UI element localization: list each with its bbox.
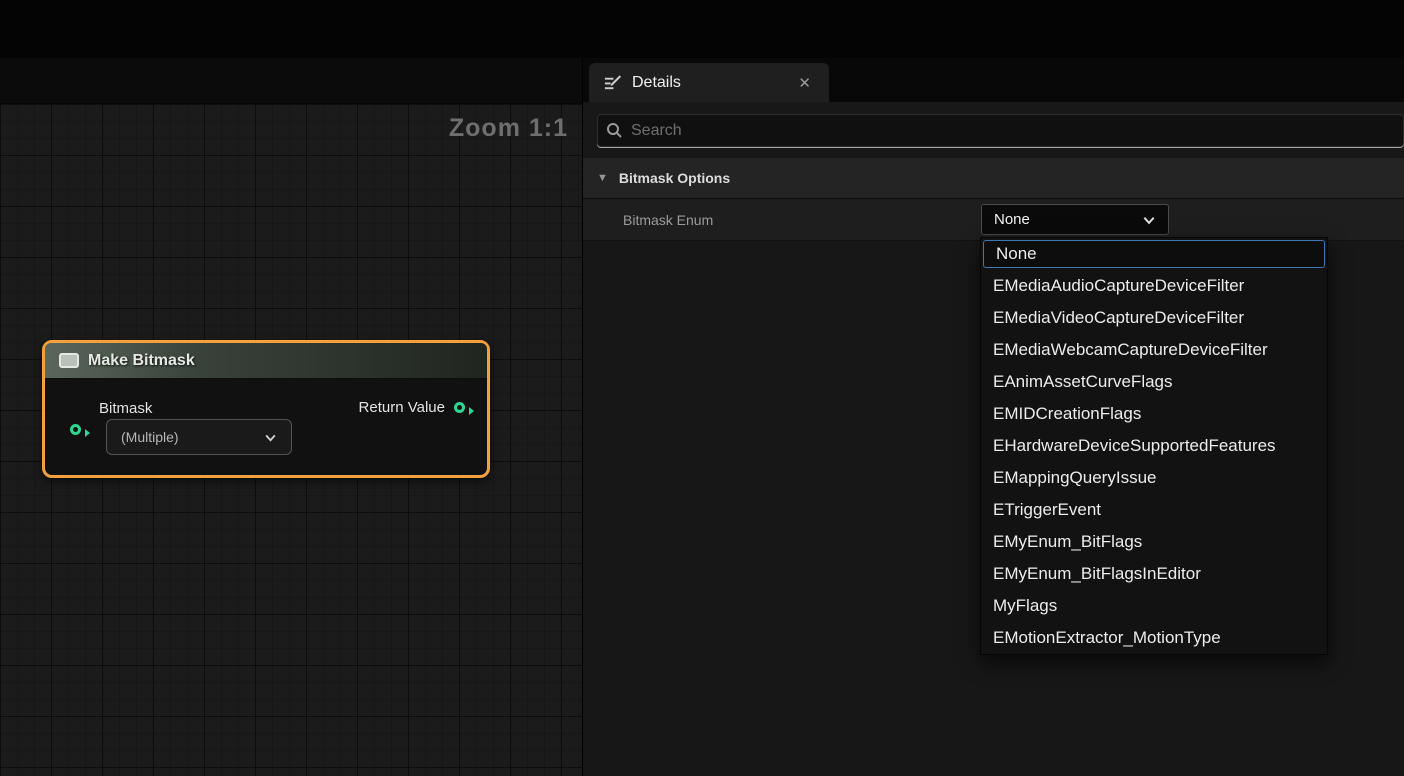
- make-struct-icon: [59, 353, 79, 368]
- combobox-value: None: [994, 211, 1030, 228]
- dropdown-item[interactable]: MyFlags: [981, 590, 1327, 622]
- search-box[interactable]: [597, 114, 1404, 147]
- bitmask-input-pin-icon[interactable]: [70, 424, 81, 435]
- blueprint-graph-panel: Zoom 1:1 Make Bitmask Bitmask (Multiple)…: [0, 58, 582, 776]
- dropdown-item[interactable]: EMappingQueryIssue: [981, 462, 1327, 494]
- search-row: [583, 102, 1404, 158]
- top-bar: [0, 0, 1404, 58]
- zoom-level-label: Zoom 1:1: [449, 114, 568, 143]
- output-pin-label: Return Value: [359, 399, 445, 416]
- dropdown-item[interactable]: EMotionExtractor_MotionType: [981, 622, 1327, 654]
- make-bitmask-node[interactable]: Make Bitmask Bitmask (Multiple) Return V…: [42, 340, 490, 478]
- dropdown-item[interactable]: None: [983, 240, 1325, 268]
- input-pin-label: Bitmask: [99, 400, 152, 417]
- chevron-down-icon: [1142, 213, 1156, 227]
- tab-title: Details: [632, 74, 794, 92]
- tab-details[interactable]: Details ✕: [589, 63, 829, 102]
- property-row-bitmask-enum: Bitmask Enum None: [583, 199, 1404, 241]
- details-tab-bar: Details ✕: [583, 58, 1404, 102]
- unreal-editor-window: Zoom 1:1 Make Bitmask Bitmask (Multiple)…: [0, 0, 1404, 776]
- chevron-down-icon: [264, 431, 277, 444]
- close-icon[interactable]: ✕: [794, 72, 815, 94]
- dropdown-item[interactable]: EMediaVideoCaptureDeviceFilter: [981, 302, 1327, 334]
- output-pin-group: Return Value: [359, 399, 465, 416]
- bitmask-enum-combobox[interactable]: None: [981, 204, 1169, 235]
- category-title: Bitmask Options: [619, 170, 730, 186]
- category-bitmask-options[interactable]: ▼ Bitmask Options: [583, 158, 1404, 199]
- dropdown-item[interactable]: EMediaAudioCaptureDeviceFilter: [981, 270, 1327, 302]
- search-icon: [606, 122, 623, 139]
- dropdown-item[interactable]: EMyEnum_BitFlagsInEditor: [981, 558, 1327, 590]
- dropdown-item[interactable]: ETriggerEvent: [981, 494, 1327, 526]
- graph-header-strip: [0, 58, 582, 104]
- dropdown-item[interactable]: EMIDCreationFlags: [981, 398, 1327, 430]
- graph-canvas[interactable]: Zoom 1:1 Make Bitmask Bitmask (Multiple)…: [0, 104, 582, 776]
- dropdown-item[interactable]: EMyEnum_BitFlags: [981, 526, 1327, 558]
- search-input[interactable]: [631, 122, 1395, 140]
- dropdown-item[interactable]: EHardwareDeviceSupportedFeatures: [981, 430, 1327, 462]
- dropdown-item[interactable]: EAnimAssetCurveFlags: [981, 366, 1327, 398]
- details-panel: Details ✕ ▼ Bitmask Options Bitmask Enum…: [582, 58, 1404, 776]
- property-label: Bitmask Enum: [623, 212, 973, 228]
- bitmask-value-text: (Multiple): [121, 429, 179, 445]
- details-icon: [603, 73, 622, 92]
- node-title: Make Bitmask: [88, 352, 195, 370]
- return-value-output-pin-icon[interactable]: [454, 402, 465, 413]
- bitmask-enum-dropdown-menu: None EMediaAudioCaptureDeviceFilter EMed…: [980, 237, 1328, 655]
- dropdown-item[interactable]: EMediaWebcamCaptureDeviceFilter: [981, 334, 1327, 366]
- collapse-arrow-icon[interactable]: ▼: [597, 172, 608, 184]
- node-header[interactable]: Make Bitmask: [45, 343, 487, 379]
- bitmask-value-dropdown[interactable]: (Multiple): [106, 419, 292, 455]
